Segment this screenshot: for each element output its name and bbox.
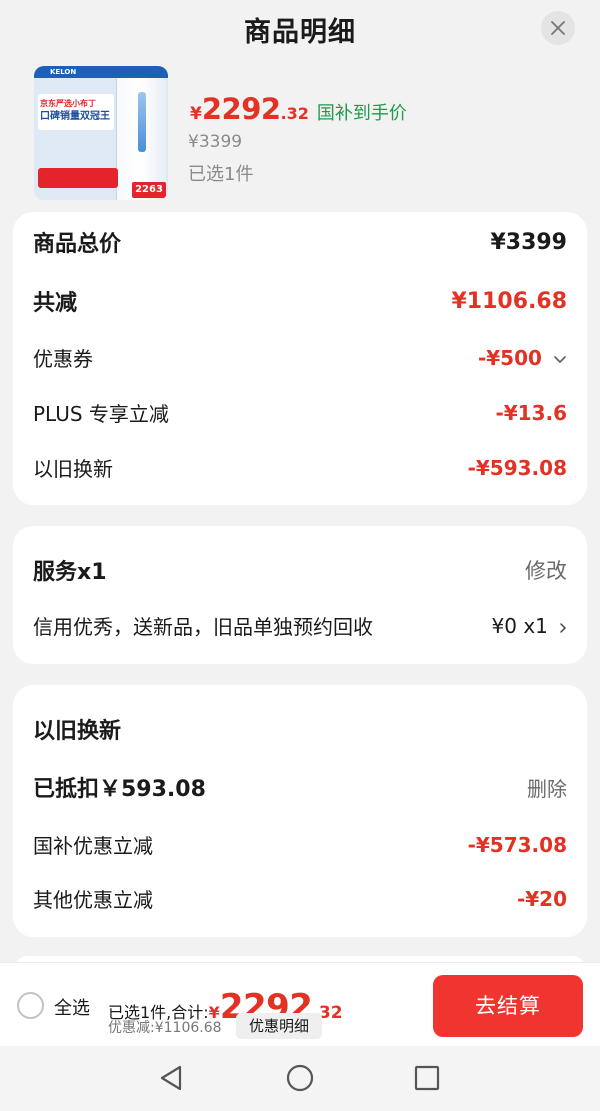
checkout-button[interactable]: 去结算: [433, 975, 583, 1037]
recents-square-icon[interactable]: [414, 1064, 440, 1092]
total-price-label: 商品总价: [33, 232, 122, 257]
other-reduce-value: -¥20: [516, 886, 567, 911]
chevron-down-icon: [554, 356, 566, 364]
thumbnail-headline-line2: 口碑销量双冠王: [40, 111, 110, 122]
close-icon: [551, 21, 565, 35]
service-edit-button[interactable]: 修改: [525, 555, 567, 585]
thumbnail-promo-banner: [38, 168, 118, 188]
product-price: ¥ 2292 .32 国补到手价: [190, 92, 407, 126]
subsidy-label: 国补到手价: [316, 103, 407, 124]
coupon-value: -¥500: [477, 345, 542, 370]
coupon-row[interactable]: 优惠券 -¥500: [33, 343, 567, 372]
trade-in-value: -¥593.08: [467, 455, 567, 480]
chevron-right-icon: [560, 623, 567, 633]
price-symbol: ¥: [190, 104, 202, 124]
trade-in-delete-button[interactable]: 删除: [527, 773, 567, 802]
trade-in-title: 以旧换新: [33, 719, 122, 744]
thumbnail-price-tag: 2263: [132, 182, 166, 198]
plus-reduce-value: -¥13.6: [495, 400, 567, 425]
service-item-row[interactable]: 信用优秀，送新品，旧品单独预约回收 ¥0 x1: [33, 611, 567, 640]
plus-reduce-label: PLUS 专享立减: [33, 402, 169, 426]
select-all-checkbox[interactable]: [17, 992, 44, 1019]
total-reduce-label: 共减: [33, 291, 78, 316]
other-reduce-label: 其他优惠立减: [33, 888, 153, 912]
total-price-value: ¥3399: [490, 229, 567, 255]
thumbnail-headline-line1: 京东严选小布丁: [40, 99, 96, 108]
coupon-label: 优惠券: [33, 347, 93, 371]
service-card: 服务x1 修改 信用优秀，送新品，旧品单独预约回收 ¥0 x1: [13, 526, 587, 664]
service-item-label: 信用优秀，送新品，旧品单独预约回收: [33, 615, 373, 639]
system-nav-bar: [0, 1046, 600, 1111]
service-title: 服务x1: [33, 560, 107, 585]
page-title: 商品明细: [244, 17, 356, 48]
total-reduce-value: ¥1106.68: [451, 288, 567, 314]
air-conditioner-stripe: [138, 92, 146, 152]
trade-in-deducted: 已抵扣￥593.08: [33, 777, 206, 802]
back-triangle-icon[interactable]: [158, 1064, 184, 1092]
subsidy-reduce-value: -¥573.08: [467, 832, 567, 857]
price-summary-card: 商品总价 ¥3399 共减 ¥1106.68 优惠券 -¥500 PLUS 专享…: [13, 212, 587, 505]
select-all-label[interactable]: 全选: [54, 994, 90, 1020]
selected-count: 已选1件: [188, 164, 254, 185]
subsidy-reduce-label: 国补优惠立减: [33, 834, 153, 858]
discount-text: 优惠减:¥1106.68: [108, 1020, 222, 1036]
close-button[interactable]: [541, 11, 575, 45]
home-circle-icon[interactable]: [286, 1064, 314, 1092]
original-price: ¥3399: [188, 132, 243, 152]
trade-in-label: 以旧换新: [33, 457, 113, 481]
service-item-value: ¥0 x1: [491, 613, 548, 638]
price-integer: 2292: [201, 92, 281, 126]
price-decimal: .32: [280, 104, 309, 123]
thumbnail-brand: KELON: [34, 66, 168, 78]
thumbnail-headline: 京东严选小布丁 口碑销量双冠王: [40, 97, 110, 123]
checkout-bar: 全选 已选1件,合计: ¥ 2292 .32 优惠减:¥1106.68 优惠明细…: [0, 962, 600, 1046]
trade-in-card: 以旧换新 已抵扣￥593.08 删除 国补优惠立减 -¥573.08 其他优惠立…: [13, 685, 587, 937]
discount-detail-button[interactable]: 优惠明细: [236, 1013, 322, 1039]
product-thumbnail[interactable]: KELON 京东严选小布丁 口碑销量双冠王 2263: [34, 66, 168, 200]
